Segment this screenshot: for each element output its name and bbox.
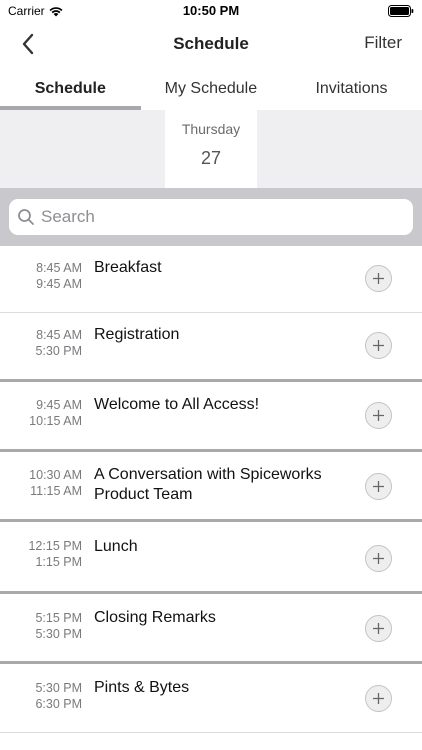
session-start-time: 9:45 AM bbox=[36, 398, 82, 412]
search-bar bbox=[0, 188, 422, 246]
date-weekday: Thursday bbox=[181, 121, 241, 137]
session-end-time: 6:30 PM bbox=[35, 697, 82, 711]
add-to-schedule-button[interactable] bbox=[365, 265, 392, 292]
session-end-time: 11:15 AM bbox=[30, 484, 82, 498]
add-to-schedule-button[interactable] bbox=[365, 402, 392, 429]
tab-invitations[interactable]: Invitations bbox=[281, 70, 422, 110]
session-start-time: 5:15 PM bbox=[35, 611, 82, 625]
plus-icon bbox=[373, 693, 384, 704]
session-title: A Conversation with Spiceworks Product T… bbox=[94, 466, 322, 503]
status-bar: Carrier 10:50 PM bbox=[0, 0, 422, 22]
session-title: Closing Remarks bbox=[94, 609, 216, 626]
session-times: 5:30 PM 6:30 PM bbox=[0, 680, 82, 712]
session-times: 8:45 AM 5:30 PM bbox=[0, 327, 82, 359]
session-times: 10:30 AM 11:15 AM bbox=[0, 467, 82, 499]
battery-icon bbox=[388, 5, 414, 17]
plus-icon bbox=[373, 553, 384, 564]
add-to-schedule-button[interactable] bbox=[365, 685, 392, 712]
session-end-time: 10:15 AM bbox=[29, 414, 82, 428]
session-start-time: 10:30 AM bbox=[29, 468, 82, 482]
session-title: Breakfast bbox=[94, 259, 162, 276]
session-end-time: 1:15 PM bbox=[35, 555, 82, 569]
session-title: Registration bbox=[94, 326, 180, 343]
back-button[interactable] bbox=[14, 30, 42, 58]
date-selected[interactable]: Thursday 27 bbox=[165, 110, 257, 188]
session-start-time: 8:45 AM bbox=[36, 261, 82, 275]
session-row[interactable]: 12:15 PM 1:15 PM Lunch bbox=[0, 522, 422, 591]
divider bbox=[0, 732, 422, 733]
session-row[interactable]: 9:45 AM 10:15 AM Welcome to All Access! bbox=[0, 382, 422, 449]
add-to-schedule-button[interactable] bbox=[365, 545, 392, 572]
navigation-bar: Schedule Filter bbox=[0, 22, 422, 66]
tab-bar: Schedule My Schedule Invitations bbox=[0, 70, 422, 110]
plus-icon bbox=[373, 623, 384, 634]
date-strip: Thursday 27 bbox=[0, 110, 422, 188]
session-end-time: 5:30 PM bbox=[35, 344, 82, 358]
add-to-schedule-button[interactable] bbox=[365, 332, 392, 359]
plus-icon bbox=[373, 340, 384, 351]
date-day-number: 27 bbox=[200, 148, 222, 168]
search-icon bbox=[18, 209, 34, 225]
plus-icon bbox=[373, 273, 384, 284]
session-row[interactable]: 8:45 AM 5:30 PM Registration bbox=[0, 313, 422, 379]
plus-icon bbox=[373, 410, 384, 421]
session-times: 12:15 PM 1:15 PM bbox=[0, 538, 82, 570]
tab-my-schedule[interactable]: My Schedule bbox=[141, 70, 282, 110]
add-to-schedule-button[interactable] bbox=[365, 615, 392, 642]
filter-button[interactable]: Filter bbox=[364, 33, 402, 53]
plus-icon bbox=[373, 481, 384, 492]
session-times: 8:45 AM 9:45 AM bbox=[0, 260, 82, 292]
session-title: Lunch bbox=[94, 538, 138, 555]
session-title: Welcome to All Access! bbox=[94, 396, 260, 413]
add-to-schedule-button[interactable] bbox=[365, 473, 392, 500]
search-field[interactable] bbox=[9, 199, 413, 235]
session-end-time: 9:45 AM bbox=[36, 277, 82, 291]
page-title: Schedule bbox=[173, 34, 249, 53]
session-start-time: 8:45 AM bbox=[36, 328, 82, 342]
tab-schedule[interactable]: Schedule bbox=[0, 70, 141, 110]
session-end-time: 5:30 PM bbox=[35, 627, 82, 641]
session-start-time: 5:30 PM bbox=[35, 681, 82, 695]
session-times: 9:45 AM 10:15 AM bbox=[0, 397, 82, 429]
chevron-left-icon bbox=[22, 33, 34, 55]
session-title: Pints & Bytes bbox=[94, 679, 190, 696]
session-row[interactable]: 5:15 PM 5:30 PM Closing Remarks bbox=[0, 594, 422, 661]
session-times: 5:15 PM 5:30 PM bbox=[0, 610, 82, 642]
session-row[interactable]: 8:45 AM 9:45 AM Breakfast bbox=[0, 246, 422, 312]
status-time: 10:50 PM bbox=[182, 3, 240, 18]
search-input[interactable] bbox=[41, 207, 401, 227]
session-start-time: 12:15 PM bbox=[28, 539, 82, 553]
session-row[interactable]: 10:30 AM 11:15 AM A Conversation with Sp… bbox=[0, 452, 422, 519]
session-row[interactable]: 5:30 PM 6:30 PM Pints & Bytes bbox=[0, 664, 422, 732]
